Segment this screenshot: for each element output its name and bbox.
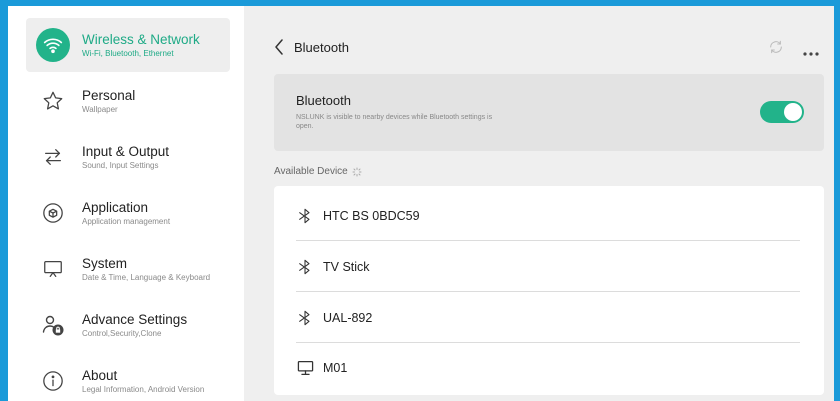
- arrows-swap-icon: [36, 140, 70, 174]
- sidebar-item-title: Input & Output: [82, 143, 170, 159]
- sidebar-item-title: Personal: [82, 87, 136, 103]
- loading-spinner-icon: [352, 167, 362, 177]
- sidebar-item-subtitle: Sound, Input Settings: [82, 160, 159, 170]
- sidebar-item-advance-settings[interactable]: Advance Settings Control,Security,Clone: [26, 298, 230, 352]
- bluetooth-icon: [296, 309, 314, 327]
- star-icon: [36, 84, 70, 118]
- sidebar-item-subtitle: Date & Time, Language & Keyboard: [82, 272, 211, 282]
- sidebar-item-subtitle: Legal Information, Android Version: [82, 384, 205, 394]
- sidebar-item-title: System: [82, 255, 128, 271]
- sidebar-item-personal[interactable]: Personal Wallpaper: [26, 74, 230, 128]
- available-devices-header: Available Device: [274, 166, 362, 177]
- device-name: HTC BS 0BDC59: [323, 208, 420, 223]
- wifi-icon: [36, 28, 70, 62]
- bluetooth-title: Bluetooth: [296, 93, 351, 108]
- sidebar-item-title: Application: [82, 199, 149, 215]
- sidebar-item-title: Advance Settings: [82, 311, 188, 327]
- sidebar-item-application[interactable]: Application Application management: [26, 186, 230, 240]
- bluetooth-icon: [296, 258, 314, 276]
- user-lock-icon: [36, 308, 70, 342]
- main-panel: Bluetooth Bluetooth NSLUNK is visible to…: [244, 6, 834, 401]
- device-item-htc-bs-0bdc59[interactable]: HTC BS 0BDC59: [296, 191, 800, 241]
- page-header: Bluetooth: [274, 36, 820, 58]
- toggle-knob: [784, 103, 802, 121]
- bluetooth-description: NSLUNK is visible to nearby devices whil…: [296, 114, 493, 130]
- sidebar-item-subtitle: Application management: [82, 216, 171, 226]
- back-icon[interactable]: [274, 38, 288, 56]
- sidebar-item-system[interactable]: System Date & Time, Language & Keyboard: [26, 242, 230, 296]
- bluetooth-toggle-card: Bluetooth NSLUNK is visible to nearby de…: [274, 74, 824, 151]
- sidebar-item-wireless-network[interactable]: Wireless & Network Wi-Fi, Bluetooth, Eth…: [26, 18, 230, 72]
- device-name: UAL-892: [323, 310, 373, 325]
- more-options-icon[interactable]: [802, 44, 820, 56]
- page-title: Bluetooth: [294, 39, 349, 55]
- sidebar-item-subtitle: Wi-Fi, Bluetooth, Ethernet: [82, 48, 174, 58]
- sidebar: Wireless & Network Wi-Fi, Bluetooth, Eth…: [8, 6, 244, 401]
- device-item-m01[interactable]: M01: [296, 343, 800, 393]
- sidebar-item-subtitle: Control,Security,Clone: [82, 328, 162, 338]
- sidebar-item-title: Wireless & Network: [82, 31, 200, 47]
- refresh-icon[interactable]: [768, 39, 784, 55]
- cube-icon: [36, 196, 70, 230]
- monitor-icon: [296, 359, 314, 377]
- device-list: HTC BS 0BDC59 TV Stick UAL-892 M01: [274, 186, 824, 395]
- bluetooth-icon: [296, 207, 314, 225]
- sidebar-item-title: About: [82, 367, 118, 383]
- sidebar-item-input-output[interactable]: Input & Output Sound, Input Settings: [26, 130, 230, 184]
- display-icon: [36, 252, 70, 286]
- device-name: TV Stick: [323, 259, 370, 274]
- device-item-tv-stick[interactable]: TV Stick: [296, 242, 800, 292]
- sidebar-item-about[interactable]: About Legal Information, Android Version: [26, 354, 230, 401]
- sidebar-item-subtitle: Wallpaper: [82, 104, 118, 114]
- settings-window: Wireless & Network Wi-Fi, Bluetooth, Eth…: [8, 6, 834, 401]
- device-name: M01: [323, 361, 348, 375]
- available-devices-label: Available Device: [274, 166, 348, 177]
- bluetooth-toggle[interactable]: [760, 101, 804, 123]
- device-item-ual-892[interactable]: UAL-892: [296, 293, 800, 343]
- info-icon: [36, 364, 70, 398]
